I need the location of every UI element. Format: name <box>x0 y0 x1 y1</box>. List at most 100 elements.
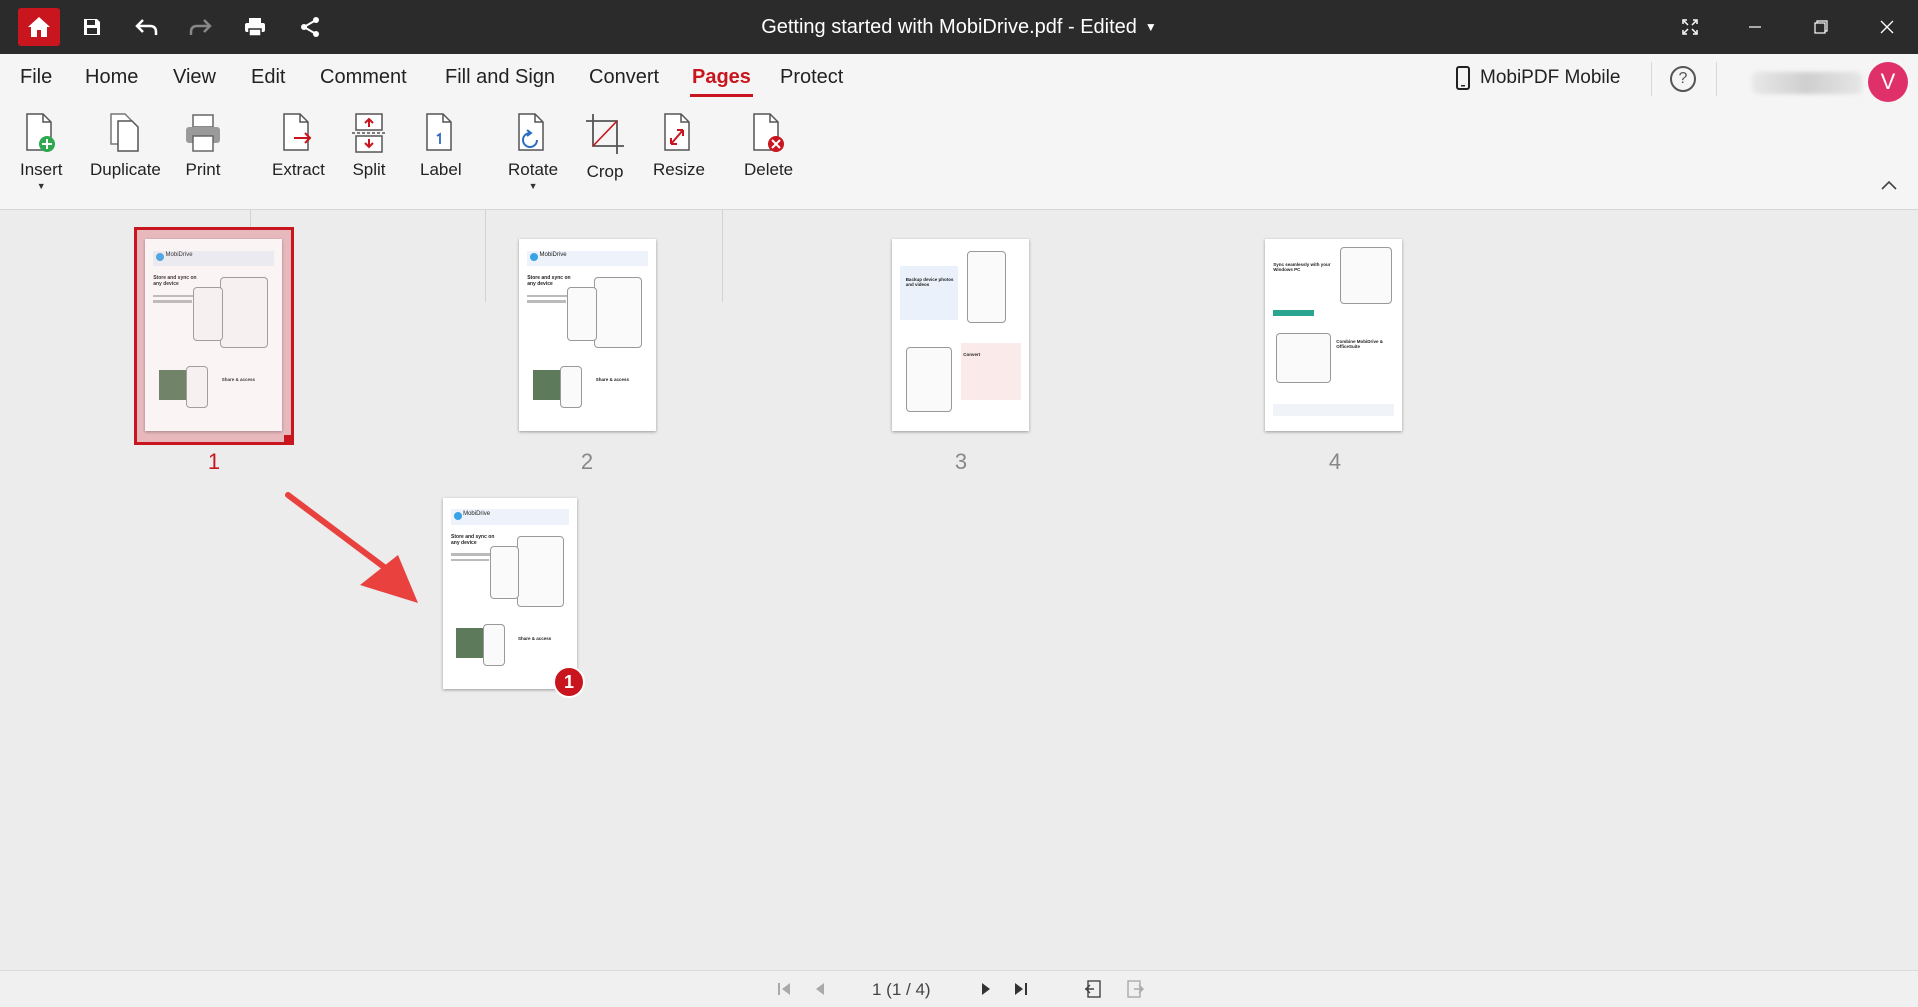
last-page-button[interactable] <box>1011 979 1031 999</box>
divider <box>1651 62 1652 96</box>
menu-file[interactable]: File <box>20 66 52 89</box>
split-label: Split <box>352 160 386 179</box>
label-label: Label <box>420 160 462 179</box>
thumb-text-line <box>527 300 566 303</box>
thumb-panel <box>900 265 958 320</box>
split-page-icon <box>352 113 386 153</box>
thumb-headline-2: Share & access <box>518 635 552 641</box>
menu-home[interactable]: Home <box>85 66 138 89</box>
menu-protect[interactable]: Protect <box>780 66 843 89</box>
caret-down-icon: ▼ <box>1144 20 1157 34</box>
label-button[interactable]: Label <box>420 112 462 180</box>
go-back-view-button[interactable] <box>1083 979 1103 999</box>
rotate-button[interactable]: Rotate ▼ <box>508 112 558 191</box>
undo-button[interactable] <box>132 0 162 54</box>
drag-preview-page: MobiDrive Store and sync on any device S… <box>443 498 577 689</box>
thumb-headline-2: Combine MobiDrive & OfficeSuite <box>1336 338 1383 349</box>
thumb-headline: Store and sync on any device <box>527 275 571 288</box>
save-icon <box>84 19 100 35</box>
thumb-headline-2: Share & access <box>595 377 629 383</box>
first-page-button[interactable] <box>774 979 794 999</box>
mobipdf-mobile-link[interactable]: MobiPDF Mobile <box>1456 66 1620 90</box>
thumb-footer <box>1273 404 1394 416</box>
menu-comment[interactable]: Comment <box>320 66 407 89</box>
dropdown-caret-icon: ▼ <box>36 181 46 191</box>
minimize-button[interactable] <box>1740 0 1770 54</box>
minimize-icon <box>1749 26 1761 28</box>
home-button[interactable] <box>18 8 60 46</box>
thumb-list-illustration <box>186 365 208 408</box>
thumb-headline: Store and sync on any device <box>451 534 495 547</box>
share-icon <box>301 17 319 37</box>
next-page-button[interactable] <box>976 979 996 999</box>
thumb-headline: Backup device photos and videos <box>905 277 954 288</box>
ribbon-print-button[interactable]: Print <box>183 112 223 180</box>
menu-edit[interactable]: Edit <box>251 66 285 89</box>
menu-pages[interactable]: Pages <box>690 66 753 97</box>
collapse-ribbon-icon[interactable] <box>1880 178 1898 192</box>
thumb-photo <box>532 369 563 401</box>
help-button[interactable]: ? <box>1670 66 1696 92</box>
share-button[interactable] <box>295 0 325 54</box>
fullscreen-icon <box>1682 19 1698 35</box>
delete-page-icon <box>752 113 784 152</box>
redo-button[interactable] <box>185 0 215 54</box>
thumb-text-line <box>451 553 492 556</box>
thumb-phone-illustration <box>516 536 564 607</box>
page-indicator[interactable]: 1 (1 / 4) <box>872 980 931 1000</box>
insert-button[interactable]: Insert ▼ <box>20 112 63 191</box>
restore-button[interactable] <box>1806 0 1836 54</box>
fullscreen-button[interactable] <box>1678 0 1702 54</box>
delete-button[interactable]: Delete <box>744 112 793 180</box>
extract-page-icon <box>283 113 312 151</box>
thumb-text-line <box>451 559 489 562</box>
rotate-page-icon <box>518 113 544 151</box>
user-name-blurred <box>1752 72 1862 94</box>
print-button[interactable] <box>240 0 270 54</box>
go-forward-view-button[interactable] <box>1125 979 1145 999</box>
page-thumbnail-2[interactable]: MobiDrive Store and sync on any device S… <box>519 239 656 431</box>
selection-resize-handle[interactable] <box>284 435 294 445</box>
thumb-list-illustration <box>483 624 505 667</box>
title-bar: Getting started with MobiDrive.pdf - Edi… <box>0 0 1918 54</box>
print-label: Print <box>185 160 221 179</box>
insert-label: Insert <box>20 160 63 179</box>
menu-convert[interactable]: Convert <box>589 66 659 89</box>
close-button[interactable] <box>1872 0 1902 54</box>
page-thumbnail-1[interactable]: MobiDrive Store and sync on any device S… <box>145 239 282 431</box>
crop-label: Crop <box>586 162 624 181</box>
document-title[interactable]: Getting started with MobiDrive.pdf - Edi… <box>0 0 1918 54</box>
annotation-arrow-icon <box>285 492 418 603</box>
crop-button[interactable]: Crop <box>584 112 626 182</box>
dropdown-caret-icon: ▼ <box>528 181 538 191</box>
duplicate-page-icon <box>110 113 140 152</box>
insert-page-icon <box>26 113 56 152</box>
page-thumbnail-4[interactable]: Sync seamlessly with your Windows PC Com… <box>1265 239 1402 431</box>
go-forward-view-icon <box>1127 980 1144 998</box>
thumb-photo <box>158 369 189 401</box>
next-page-icon <box>982 983 990 995</box>
menu-view[interactable]: View <box>173 66 216 89</box>
menu-bar: File Home View Edit Comment Fill and Sig… <box>0 54 1918 102</box>
duplicate-button[interactable]: Duplicate <box>90 112 161 180</box>
thumb-phone-illustration <box>967 250 1006 324</box>
printer-icon <box>245 18 265 37</box>
previous-page-button[interactable] <box>810 979 830 999</box>
extract-button[interactable]: Extract <box>272 112 325 180</box>
thumb-phone-illustration <box>594 277 643 349</box>
extract-label: Extract <box>272 160 325 179</box>
printer-icon <box>186 114 220 152</box>
delete-label: Delete <box>744 160 794 179</box>
avatar[interactable]: V <box>1868 62 1908 102</box>
mobipdf-mobile-label: MobiPDF Mobile <box>1480 67 1621 88</box>
divider <box>1716 62 1717 96</box>
menu-fill-and-sign[interactable]: Fill and Sign <box>445 66 555 89</box>
split-button[interactable]: Split <box>350 112 388 180</box>
thumb-window-illustration <box>192 287 224 341</box>
phone-icon <box>1456 66 1470 90</box>
save-button[interactable] <box>78 0 106 54</box>
page-thumbnail-3[interactable]: Backup device photos and videos Convert <box>892 239 1029 431</box>
ribbon-divider <box>722 210 723 302</box>
thumb-photo <box>456 627 486 659</box>
resize-button[interactable]: Resize <box>653 112 705 180</box>
